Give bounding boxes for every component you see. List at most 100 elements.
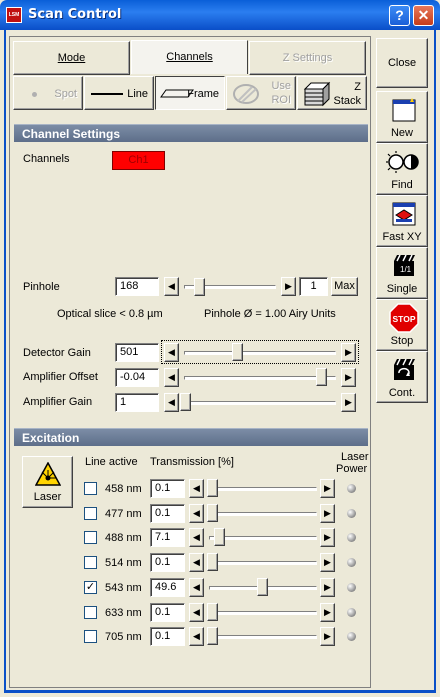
transmission-left-arrow[interactable]: ◀	[189, 578, 204, 597]
line-active-checkbox[interactable]: ✓	[84, 581, 97, 594]
pinhole-slider-thumb[interactable]	[194, 278, 205, 296]
transmission-slider-track[interactable]	[209, 635, 317, 639]
transmission-left-arrow[interactable]: ◀	[189, 479, 204, 498]
pinhole-step-field[interactable]: 1	[299, 277, 328, 296]
transmission-left-arrow[interactable]: ◀	[189, 553, 204, 572]
wavelength-label: 458 nm	[105, 483, 142, 495]
transmission-slider-thumb[interactable]	[207, 627, 218, 645]
z-stack-label-1: Z	[354, 81, 361, 93]
transmission-right-arrow[interactable]: ▶	[320, 578, 335, 597]
transmission-slider-track[interactable]	[209, 536, 317, 540]
amplifier-gain-slider-track[interactable]	[184, 401, 336, 405]
amplifier-gain-right-arrow[interactable]: ▶	[341, 393, 356, 412]
transmission-field[interactable]: 0.1	[150, 479, 185, 498]
line-mode-button[interactable]: Line	[84, 76, 154, 110]
amplifier-offset-slider-track[interactable]	[184, 376, 336, 380]
help-button[interactable]: ?	[389, 5, 410, 26]
transmission-field[interactable]: 7.1	[150, 528, 185, 547]
detector-gain-left-arrow[interactable]: ◀	[164, 343, 179, 362]
use-roi-button[interactable]: Use ROI	[226, 76, 296, 110]
detector-gain-right-arrow[interactable]: ▶	[341, 343, 356, 362]
transmission-slider-track[interactable]	[209, 561, 317, 565]
close-button[interactable]: Close	[376, 38, 428, 88]
transmission-right-arrow[interactable]: ▶	[320, 528, 335, 547]
stop-icon: STOP	[389, 303, 419, 333]
single-label: Single	[386, 283, 418, 295]
pinhole-max-button[interactable]: Max	[331, 277, 358, 296]
cont-label: Cont.	[388, 387, 416, 399]
fast-xy-label: Fast XY	[382, 231, 422, 243]
laser-button[interactable]: Laser	[22, 456, 73, 508]
transmission-field[interactable]: 0.1	[150, 504, 185, 523]
amplifier-offset-slider-thumb[interactable]	[316, 368, 327, 386]
tab-z-settings[interactable]: Z Settings	[249, 41, 366, 75]
pinhole-right-arrow[interactable]: ▶	[281, 277, 296, 296]
transmission-slider-track[interactable]	[209, 512, 317, 516]
single-button[interactable]: 1/1 Single	[376, 247, 428, 299]
window-close-button[interactable]: ✕	[413, 5, 434, 26]
channel-ch1-button[interactable]: Ch1	[112, 151, 165, 170]
new-button[interactable]: New	[376, 91, 428, 143]
line-active-checkbox[interactable]	[84, 556, 97, 569]
transmission-left-arrow[interactable]: ◀	[189, 627, 204, 646]
laser-warning-icon	[35, 462, 61, 486]
fast-xy-icon	[392, 202, 416, 226]
line-active-checkbox[interactable]	[84, 630, 97, 643]
tab-mode[interactable]: Mode	[13, 41, 130, 75]
transmission-left-arrow[interactable]: ◀	[189, 528, 204, 547]
spot-icon	[32, 92, 37, 97]
transmission-field[interactable]: 0.1	[150, 603, 185, 622]
detector-gain-label: Detector Gain	[23, 347, 91, 359]
detector-gain-slider-track[interactable]	[184, 351, 336, 355]
transmission-right-arrow[interactable]: ▶	[320, 627, 335, 646]
amplifier-offset-field[interactable]: -0.04	[115, 368, 159, 387]
transmission-slider-thumb[interactable]	[214, 528, 225, 546]
stop-button[interactable]: STOP Stop	[376, 299, 428, 351]
fast-xy-button[interactable]: Fast XY	[376, 195, 428, 247]
transmission-right-arrow[interactable]: ▶	[320, 479, 335, 498]
transmission-right-arrow[interactable]: ▶	[320, 553, 335, 572]
transmission-slider-thumb[interactable]	[257, 578, 268, 596]
amplifier-gain-slider-thumb[interactable]	[180, 393, 191, 411]
find-button[interactable]: Find	[376, 143, 428, 195]
transmission-field[interactable]: 49.6	[150, 578, 185, 597]
laser-power-header-1: Laser	[341, 451, 369, 463]
z-stack-button[interactable]: Z Stack	[297, 76, 367, 110]
transmission-field[interactable]: 0.1	[150, 553, 185, 572]
tab-channels[interactable]: Channels	[131, 40, 248, 74]
wavelength-label: 705 nm	[105, 631, 142, 643]
spot-mode-button[interactable]: Spot	[13, 76, 83, 110]
transmission-slider-thumb[interactable]	[207, 479, 218, 497]
title-bar[interactable]: LSM Scan Control ? ✕	[0, 0, 440, 30]
line-active-checkbox[interactable]	[84, 531, 97, 544]
transmission-right-arrow[interactable]: ▶	[320, 603, 335, 622]
window-title: Scan Control	[28, 7, 122, 22]
detector-gain-field[interactable]: 501	[115, 343, 159, 362]
transmission-slider-thumb[interactable]	[207, 504, 218, 522]
wavelength-label: 488 nm	[105, 532, 142, 544]
transmission-left-arrow[interactable]: ◀	[189, 603, 204, 622]
line-active-checkbox[interactable]	[84, 606, 97, 619]
frame-mode-button[interactable]: Frame	[155, 76, 225, 110]
transmission-header: Transmission [%]	[150, 456, 234, 468]
transmission-slider-thumb[interactable]	[207, 603, 218, 621]
pinhole-value-field[interactable]: 168	[115, 277, 159, 296]
cont-button[interactable]: Cont.	[376, 351, 428, 403]
pinhole-left-arrow[interactable]: ◀	[164, 277, 179, 296]
transmission-left-arrow[interactable]: ◀	[189, 504, 204, 523]
transmission-field[interactable]: 0.1	[150, 627, 185, 646]
transmission-slider-thumb[interactable]	[207, 553, 218, 571]
wavelength-label: 543 nm	[105, 582, 142, 594]
wavelength-label: 477 nm	[105, 508, 142, 520]
transmission-slider-track[interactable]	[209, 611, 317, 615]
detector-gain-slider-thumb[interactable]	[232, 343, 243, 361]
amplifier-gain-left-arrow[interactable]: ◀	[164, 393, 179, 412]
transmission-right-arrow[interactable]: ▶	[320, 504, 335, 523]
line-active-checkbox[interactable]	[84, 482, 97, 495]
amplifier-offset-right-arrow[interactable]: ▶	[341, 368, 356, 387]
line-active-checkbox[interactable]	[84, 507, 97, 520]
laser-power-indicator	[347, 484, 356, 493]
transmission-slider-track[interactable]	[209, 487, 317, 491]
amplifier-gain-field[interactable]: 1	[115, 393, 159, 412]
amplifier-offset-left-arrow[interactable]: ◀	[164, 368, 179, 387]
